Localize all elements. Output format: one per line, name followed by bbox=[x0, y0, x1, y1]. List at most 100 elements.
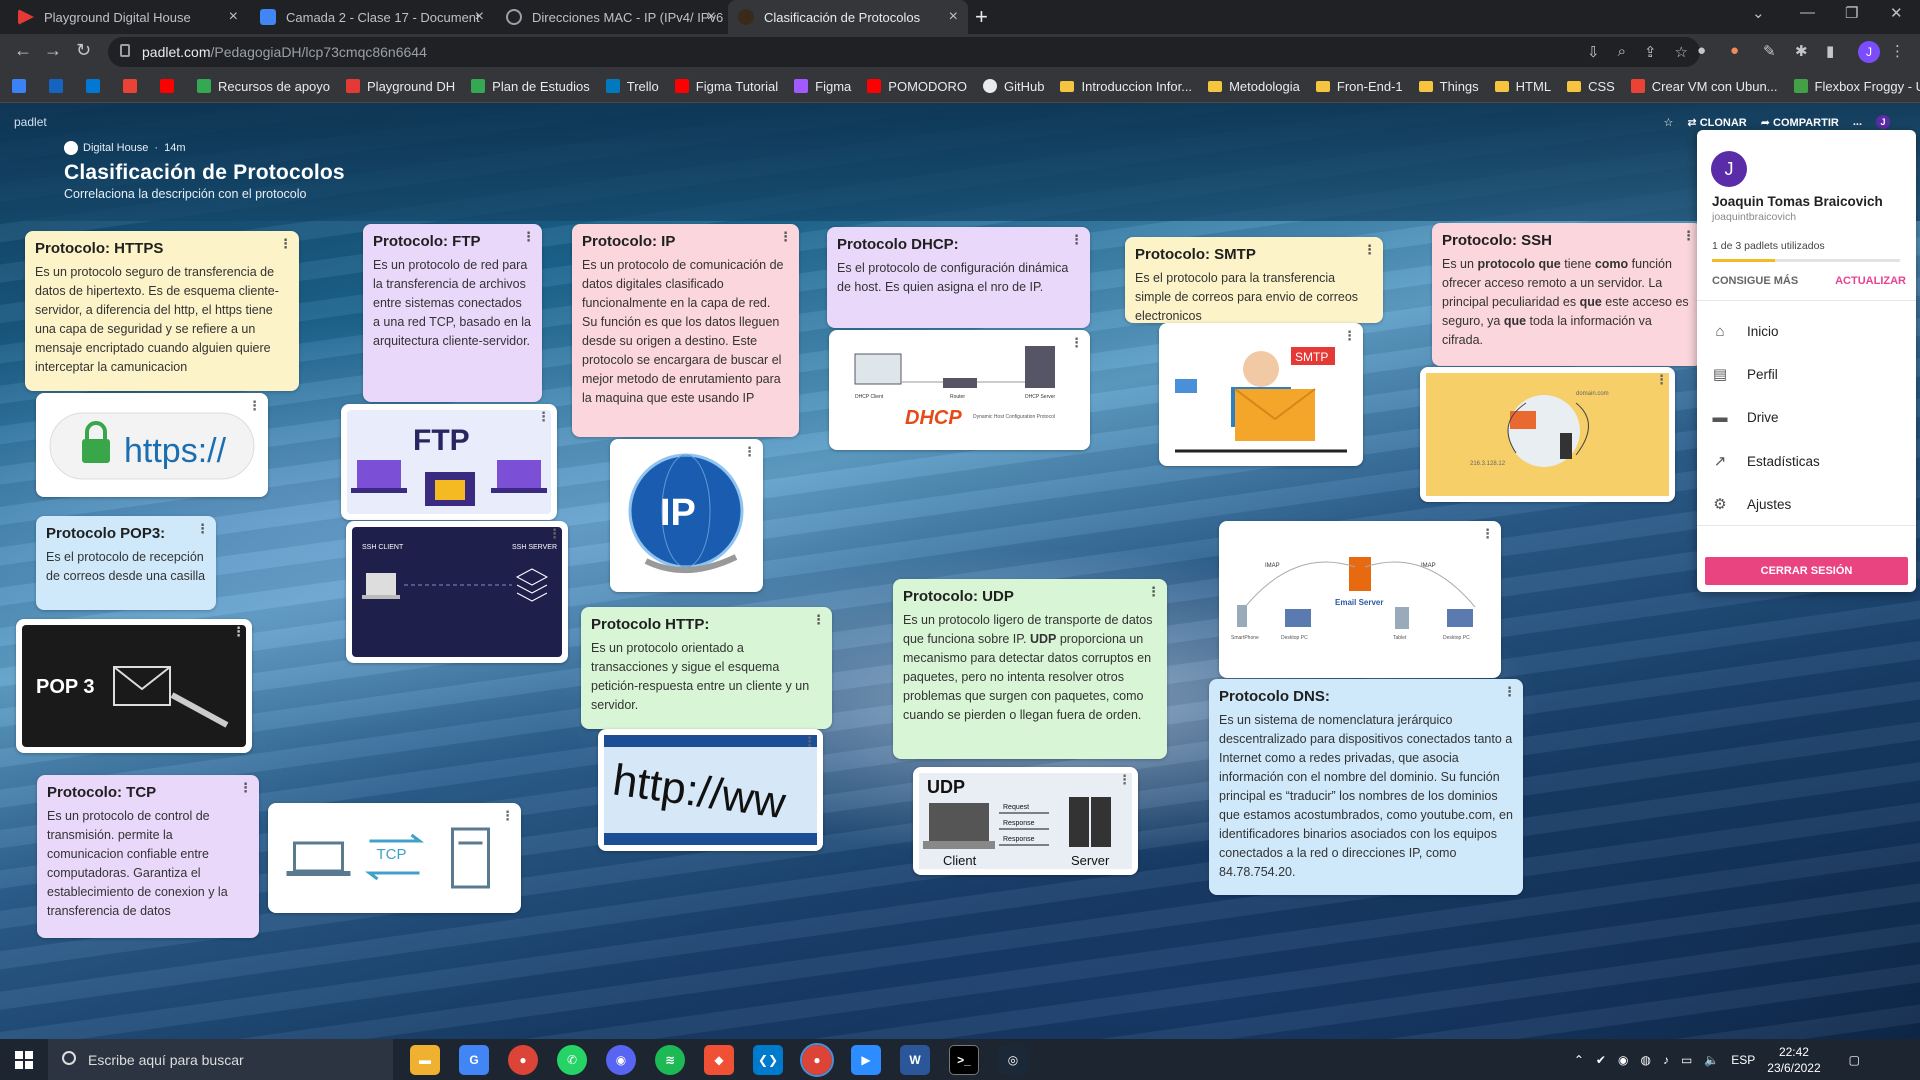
tab-direcciones[interactable]: Direcciones MAC - IP (IPv4/ IPv6 × bbox=[496, 0, 726, 34]
card-menu-icon[interactable]: ⋮ bbox=[248, 399, 261, 412]
close-icon[interactable]: × bbox=[949, 8, 958, 26]
install-icon[interactable]: ⇩ bbox=[1587, 43, 1600, 61]
chrome-icon[interactable]: ● bbox=[508, 1045, 538, 1075]
get-more-button[interactable]: CONSIGUE MÁS bbox=[1712, 275, 1798, 287]
card-menu-icon[interactable]: ⋮ bbox=[548, 527, 561, 540]
card-menu-icon[interactable]: ⋮ bbox=[1655, 373, 1668, 386]
forward-icon[interactable]: → bbox=[44, 40, 62, 61]
image-ssh-remote[interactable]: ⋮ domain.com 216.3.128.12 bbox=[1420, 367, 1675, 502]
bookmark-folder[interactable]: CSS bbox=[1567, 79, 1615, 94]
new-tab-icon[interactable]: + bbox=[975, 4, 988, 30]
tab-playground[interactable]: Playground Digital House × bbox=[8, 0, 248, 34]
menu-item-inicio[interactable]: ⌂ Inicio bbox=[1711, 322, 1778, 340]
bookmark-icon-only[interactable] bbox=[49, 79, 70, 93]
image-dns[interactable]: ⋮ Email Server IMAP IMAP SmartPhone Desk… bbox=[1219, 521, 1501, 678]
notifications-icon[interactable]: ▢ bbox=[1849, 1053, 1860, 1067]
extension-3-icon[interactable]: ✎ bbox=[1763, 42, 1776, 60]
bookmark-item[interactable]: Figma Tutorial bbox=[674, 79, 778, 94]
card-smtp[interactable]: ⋮ Protocolo: SMTP Es el protocolo para l… bbox=[1125, 237, 1383, 323]
menu-item-perfil[interactable]: ▤ Perfil bbox=[1711, 365, 1778, 383]
card-menu-icon[interactable]: ⋮ bbox=[1070, 233, 1083, 246]
card-menu-icon[interactable]: ⋮ bbox=[1481, 527, 1494, 540]
address-bar[interactable]: padlet.com/PedagogiaDH/lcp73cmqc86n6644 … bbox=[108, 37, 1700, 67]
card-menu-icon[interactable]: ⋮ bbox=[812, 613, 825, 626]
restore-icon[interactable]: ❐ bbox=[1845, 4, 1858, 22]
image-udp[interactable]: ⋮ UDP Request Response Response Client S… bbox=[913, 767, 1138, 875]
share-button[interactable]: ➦ COMPARTIR bbox=[1761, 116, 1839, 129]
tab-clasificacion[interactable]: Clasificación de Protocolos × bbox=[728, 0, 968, 34]
card-ftp[interactable]: ⋮ Protocolo: FTP Es un protocolo de red … bbox=[363, 224, 542, 402]
image-dhcp[interactable]: ⋮ DHCP Client Router DHCP Server DHCP Dy… bbox=[829, 330, 1090, 450]
image-ftp[interactable]: ⋮ FTP bbox=[341, 404, 557, 520]
image-https[interactable]: ⋮ https:// bbox=[36, 393, 268, 497]
profile-avatar[interactable]: J bbox=[1858, 41, 1880, 63]
image-tcp[interactable]: ⋮ TCP bbox=[268, 803, 521, 913]
discord-tray-icon[interactable]: ◉ bbox=[1618, 1053, 1628, 1067]
card-menu-icon[interactable]: ⋮ bbox=[537, 410, 550, 423]
bookmark-folder[interactable]: Fron-End-1 bbox=[1315, 79, 1403, 94]
bookmark-icon-only[interactable] bbox=[123, 79, 144, 93]
clock[interactable]: 22:42 23/6/2022 bbox=[1767, 1044, 1820, 1076]
menu-item-ajustes[interactable]: ⚙ Ajustes bbox=[1711, 495, 1791, 513]
card-menu-icon[interactable]: ⋮ bbox=[803, 735, 816, 748]
author-name[interactable]: Digital House bbox=[83, 142, 148, 154]
image-ssh[interactable]: ⋮ SSH CLIENT SSH SERVER bbox=[346, 521, 568, 663]
bookmark-icon-only[interactable] bbox=[160, 79, 181, 93]
clone-button[interactable]: ⇄ CLONAR bbox=[1687, 116, 1746, 129]
close-icon[interactable]: × bbox=[475, 8, 484, 26]
bookmark-item[interactable]: Trello bbox=[605, 79, 659, 94]
language-indicator[interactable]: ESP bbox=[1731, 1053, 1755, 1067]
card-menu-icon[interactable]: ⋮ bbox=[1118, 773, 1131, 786]
close-icon[interactable]: × bbox=[229, 8, 238, 26]
bookmark-item[interactable]: Plan de Estudios bbox=[471, 79, 590, 94]
card-menu-icon[interactable]: ⋮ bbox=[501, 809, 514, 822]
card-menu-icon[interactable]: ⋮ bbox=[239, 781, 252, 794]
puzzle-icon[interactable]: ✱ bbox=[1795, 42, 1808, 60]
card-menu-icon[interactable]: ⋮ bbox=[1363, 243, 1376, 256]
tray-app-icon[interactable]: ✔ bbox=[1596, 1053, 1606, 1067]
bookmark-folder[interactable]: Metodologia bbox=[1208, 79, 1300, 94]
card-http[interactable]: ⋮ Protocolo HTTP: Es un protocolo orient… bbox=[581, 607, 832, 729]
card-pop3[interactable]: ⋮ Protocolo POP3: Es el protocolo de rec… bbox=[36, 516, 216, 610]
menu-item-estadisticas[interactable]: ↗ Estadísticas bbox=[1711, 452, 1820, 470]
card-menu-icon[interactable]: ⋮ bbox=[279, 237, 292, 250]
card-menu-icon[interactable]: ⋮ bbox=[196, 522, 209, 535]
menu-kebab-icon[interactable]: ⋮ bbox=[1890, 42, 1905, 60]
card-udp[interactable]: ⋮ Protocolo: UDP Es un protocolo ligero … bbox=[893, 579, 1167, 759]
card-ssh[interactable]: ⋮ Protocolo: SSH Es un protocolo que tie… bbox=[1432, 223, 1702, 366]
menu-item-drive[interactable]: ▬ Drive bbox=[1711, 408, 1779, 426]
star-icon[interactable]: ☆ bbox=[1664, 116, 1674, 129]
card-https[interactable]: ⋮ Protocolo: HTTPS Es un protocolo segur… bbox=[25, 231, 299, 391]
bookmark-item[interactable]: Crear VM con Ubun... bbox=[1630, 79, 1778, 94]
padlet-logo[interactable]: padlet bbox=[14, 115, 47, 129]
card-menu-icon[interactable]: ⋮ bbox=[779, 230, 792, 243]
card-menu-icon[interactable]: ⋮ bbox=[1343, 329, 1356, 342]
image-ip[interactable]: ⋮ IP bbox=[610, 439, 763, 592]
terminal-icon[interactable]: >_ bbox=[949, 1045, 979, 1075]
vscode-icon[interactable]: ❮❯ bbox=[753, 1045, 783, 1075]
back-icon[interactable]: ← bbox=[14, 40, 32, 61]
card-dhcp[interactable]: ⋮ Protocolo DHCP: Es el protocolo de con… bbox=[827, 227, 1090, 328]
extension-2-icon[interactable]: ● bbox=[1730, 42, 1739, 59]
card-menu-icon[interactable]: ⋮ bbox=[743, 445, 756, 458]
bookmark-star-icon[interactable]: ☆ bbox=[1675, 43, 1688, 61]
zoom-icon[interactable]: ▶ bbox=[851, 1045, 881, 1075]
bookmark-folder[interactable]: Things bbox=[1418, 79, 1479, 94]
bookmark-folder[interactable]: HTML bbox=[1494, 79, 1551, 94]
minimize-icon[interactable]: — bbox=[1800, 4, 1815, 21]
bookmark-item[interactable]: GitHub bbox=[983, 79, 1044, 94]
extension-1-icon[interactable]: ● bbox=[1697, 42, 1706, 59]
bookmark-icon-only[interactable] bbox=[12, 79, 33, 93]
bookmark-item[interactable]: Recursos de apoyo bbox=[197, 79, 330, 94]
steam-icon[interactable]: ◎ bbox=[998, 1045, 1028, 1075]
image-http[interactable]: ⋮ http://ww bbox=[598, 729, 823, 851]
tray-chevron-icon[interactable]: ⌃ bbox=[1574, 1053, 1584, 1067]
spotify-icon[interactable]: ≋ bbox=[655, 1045, 685, 1075]
card-menu-icon[interactable]: ⋮ bbox=[522, 230, 535, 243]
whatsapp-icon[interactable]: ✆ bbox=[557, 1045, 587, 1075]
card-menu-icon[interactable]: ⋮ bbox=[232, 625, 245, 638]
zoom-icon[interactable]: ⌕ bbox=[1618, 43, 1626, 61]
bookmark-item[interactable]: Playground DH bbox=[346, 79, 455, 94]
image-pop3[interactable]: ⋮ POP 3 bbox=[16, 619, 252, 753]
card-menu-icon[interactable]: ⋮ bbox=[1147, 585, 1160, 598]
